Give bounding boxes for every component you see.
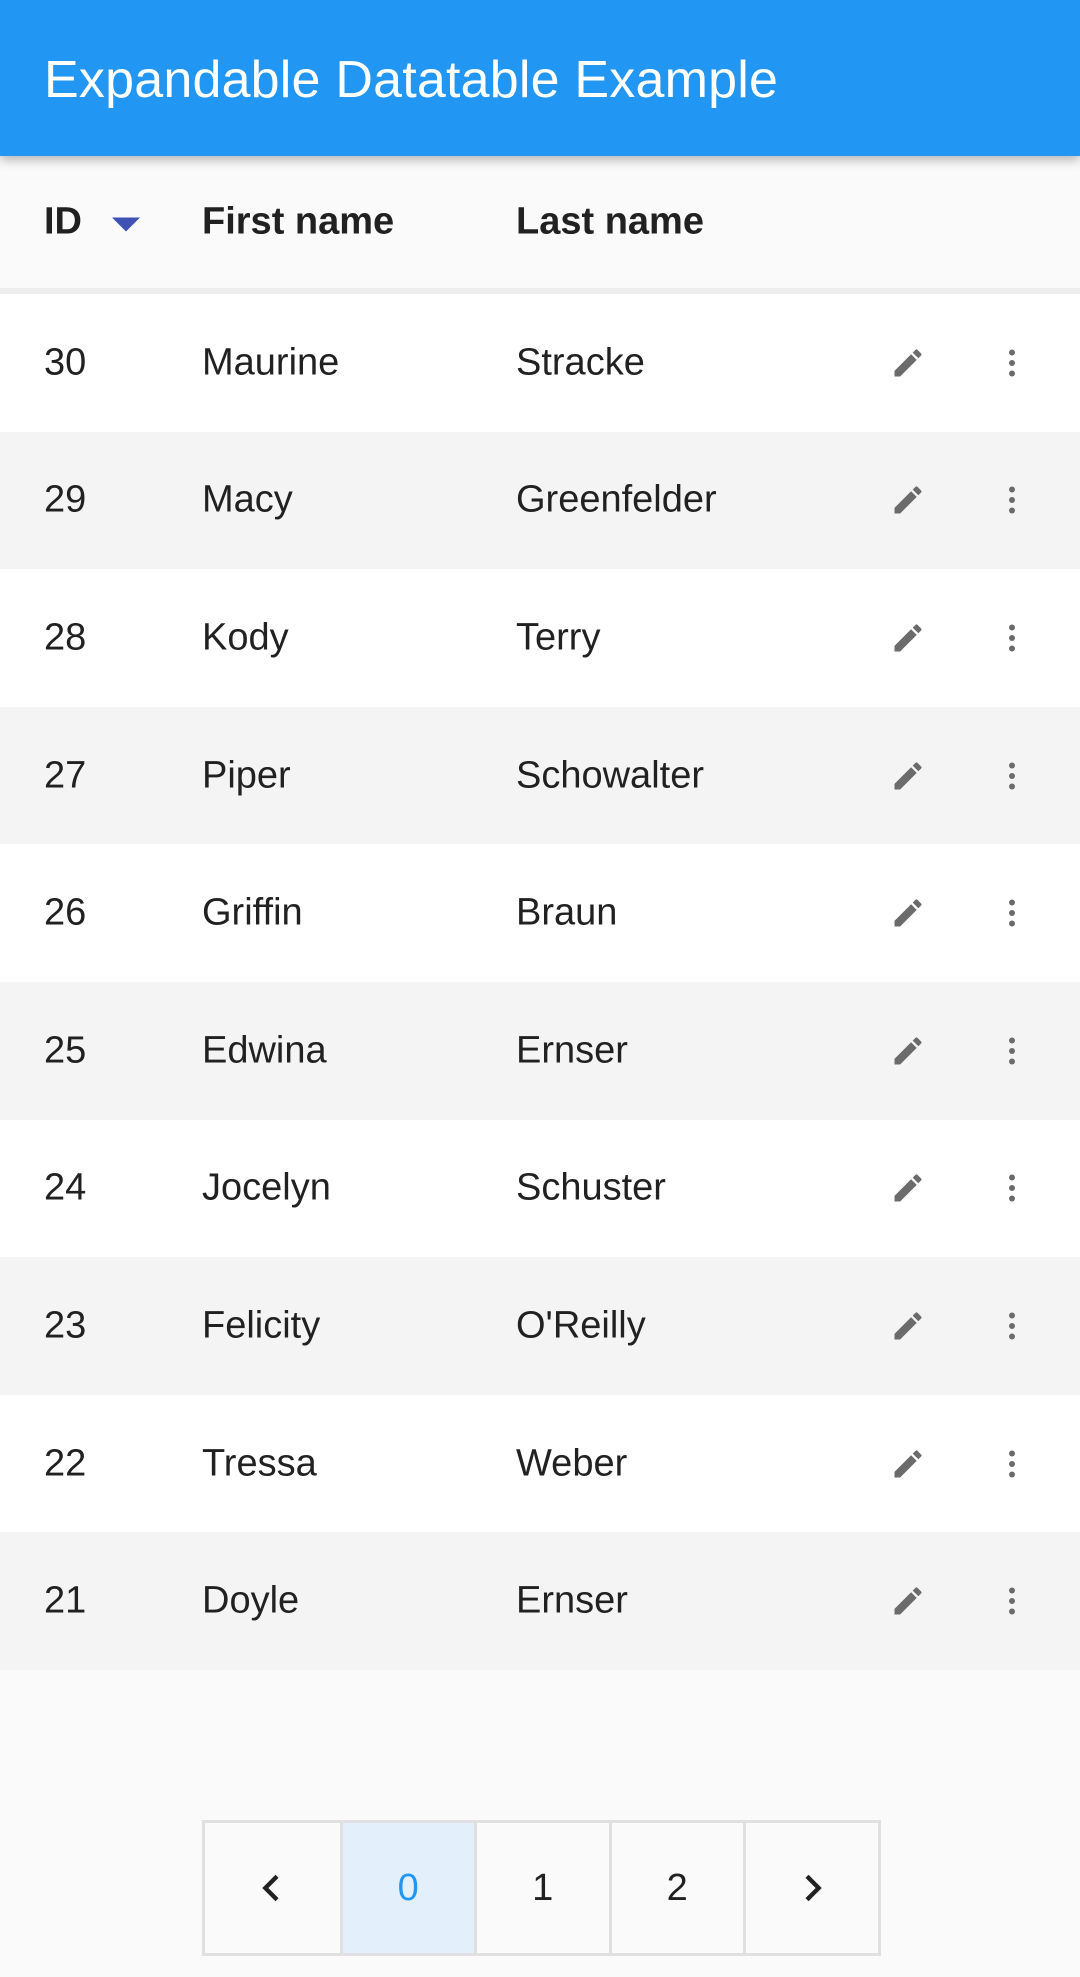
cell-first-name: Griffin — [202, 891, 303, 934]
more-button[interactable] — [988, 1027, 1036, 1075]
cell-first-name: Jocelyn — [202, 1166, 331, 1209]
cell-last-name: Braun — [516, 891, 618, 934]
edit-button[interactable] — [884, 339, 932, 387]
page-button-0[interactable]: 0 — [339, 1823, 474, 1953]
table-body: 30 Maurine Stracke 29 Macy Greenfelder 2… — [0, 294, 1080, 1670]
edit-icon — [894, 1587, 922, 1615]
column-header-first-name-label: First name — [202, 200, 395, 243]
cell-last-name: Greenfelder — [516, 478, 717, 521]
cell-last-name: O'Reilly — [516, 1304, 646, 1347]
edit-button[interactable] — [884, 889, 932, 937]
edit-button[interactable] — [884, 614, 932, 662]
cell-last-name: Terry — [516, 616, 601, 659]
cell-first-name: Macy — [202, 478, 293, 521]
cell-last-name: Schowalter — [516, 754, 704, 797]
column-header-last-name[interactable]: Last name — [516, 201, 704, 244]
cell-id: 29 — [44, 478, 87, 521]
column-header-last-name-label: Last name — [516, 200, 704, 243]
cell-id: 30 — [44, 341, 87, 384]
more-button[interactable] — [988, 889, 1036, 937]
table-row[interactable]: 30 Maurine Stracke — [0, 294, 1080, 432]
pagination: 0 1 2 — [202, 1820, 881, 1956]
cell-first-name: Edwina — [202, 1029, 327, 1072]
next-page-button[interactable] — [743, 1823, 878, 1953]
table-row[interactable]: 21 Doyle Ernser — [0, 1532, 1080, 1670]
cell-id: 28 — [44, 616, 87, 659]
table-row[interactable]: 24 Jocelyn Schuster — [0, 1119, 1080, 1258]
more-vert-icon — [1009, 899, 1015, 927]
table-row[interactable]: 29 Macy Greenfelder — [0, 431, 1080, 570]
more-button[interactable] — [988, 1440, 1036, 1488]
more-button[interactable] — [988, 614, 1036, 662]
edit-icon — [894, 624, 922, 652]
edit-button[interactable] — [884, 1164, 932, 1212]
edit-button[interactable] — [884, 1302, 932, 1350]
edit-icon — [894, 1312, 922, 1340]
app-bar-title: Expandable Datatable Example — [44, 51, 779, 109]
cell-id: 22 — [44, 1442, 87, 1485]
edit-icon — [894, 349, 922, 377]
cell-first-name: Tressa — [202, 1442, 317, 1485]
column-header-first-name[interactable]: First name — [202, 201, 394, 244]
edit-icon — [894, 1174, 922, 1202]
more-vert-icon — [1009, 762, 1015, 790]
edit-icon — [894, 762, 922, 790]
page-button-2[interactable]: 2 — [608, 1823, 743, 1953]
cell-first-name: Doyle — [202, 1579, 300, 1622]
more-vert-icon — [1009, 1174, 1015, 1202]
cell-id: 26 — [44, 891, 87, 934]
page-button-1[interactable]: 1 — [474, 1823, 609, 1953]
table-row[interactable]: 26 Griffin Braun — [0, 844, 1080, 982]
more-button[interactable] — [988, 476, 1036, 524]
more-vert-icon — [1009, 1587, 1015, 1615]
column-header-id[interactable]: ID — [44, 201, 140, 244]
cell-last-name: Stracke — [516, 341, 645, 384]
table-row[interactable]: 27 Piper Schowalter — [0, 706, 1080, 845]
more-vert-icon — [1009, 624, 1015, 652]
table-row[interactable]: 23 Felicity O'Reilly — [0, 1257, 1080, 1395]
more-button[interactable] — [988, 752, 1036, 800]
chevron-right-icon — [805, 1874, 822, 1902]
cell-id: 25 — [44, 1029, 87, 1072]
more-button[interactable] — [988, 1302, 1036, 1350]
cell-first-name: Piper — [202, 754, 291, 797]
edit-button[interactable] — [884, 1577, 932, 1625]
edit-button[interactable] — [884, 752, 932, 800]
cell-first-name: Felicity — [202, 1304, 321, 1347]
edit-button[interactable] — [884, 1027, 932, 1075]
more-vert-icon — [1009, 486, 1015, 514]
edit-icon — [894, 486, 922, 514]
cell-last-name: Weber — [516, 1442, 628, 1485]
edit-button[interactable] — [884, 476, 932, 524]
table-row[interactable]: 28 Kody Terry — [0, 569, 1080, 707]
table-row[interactable]: 25 Edwina Ernser — [0, 981, 1080, 1120]
more-button[interactable] — [988, 339, 1036, 387]
cell-id: 24 — [44, 1166, 87, 1209]
cell-first-name: Kody — [202, 616, 289, 659]
cell-id: 21 — [44, 1579, 87, 1622]
edit-icon — [894, 899, 922, 927]
previous-page-button[interactable] — [205, 1823, 340, 1953]
cell-last-name: Schuster — [516, 1166, 666, 1209]
cell-id: 23 — [44, 1304, 87, 1347]
more-vert-icon — [1009, 1312, 1015, 1340]
sort-descending-icon — [112, 217, 140, 231]
more-button[interactable] — [988, 1577, 1036, 1625]
cell-id: 27 — [44, 754, 87, 797]
more-vert-icon — [1009, 1037, 1015, 1065]
column-header-id-label: ID — [44, 200, 82, 243]
table-header: ID First name Last name — [0, 156, 1080, 294]
more-vert-icon — [1009, 349, 1015, 377]
table-row[interactable]: 22 Tressa Weber — [0, 1394, 1080, 1533]
cell-last-name: Ernser — [516, 1579, 628, 1622]
chevron-left-icon — [262, 1874, 279, 1902]
cell-first-name: Maurine — [202, 341, 340, 384]
cell-last-name: Ernser — [516, 1029, 628, 1072]
edit-icon — [894, 1450, 922, 1478]
edit-icon — [894, 1037, 922, 1065]
more-button[interactable] — [988, 1164, 1036, 1212]
more-vert-icon — [1009, 1450, 1015, 1478]
app-bar: Expandable Datatable Example — [0, 0, 1080, 156]
edit-button[interactable] — [884, 1440, 932, 1488]
